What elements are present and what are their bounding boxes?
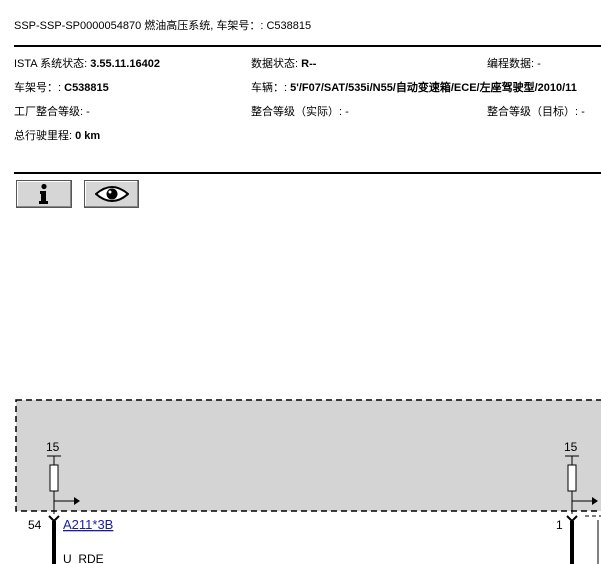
info-button[interactable] (16, 180, 72, 208)
view-button[interactable] (84, 180, 139, 208)
control-unit-box (15, 399, 601, 512)
wire-label: U_RDE (63, 552, 104, 564)
terminal-right-label: 15 (564, 440, 578, 454)
vin: 车架号：: C538815 (14, 82, 109, 94)
programming-data: 编程数据: - (487, 58, 541, 70)
vehicle: 车辆：: 5'/F07/SAT/535i/N55/自动变速箱/ECE/左座驾驶型… (251, 82, 577, 94)
ista-status: ISTA 系统状态: 3.55.11.16402 (14, 58, 160, 70)
page-title: SSP-SSP-SP0000054870 燃油高压系统, 车架号：: C5388… (14, 20, 312, 32)
info-icon (39, 183, 48, 204)
eye-icon (94, 186, 129, 202)
terminal-left-label: 15 (46, 440, 60, 454)
mileage: 总行驶里程: 0 km (14, 130, 101, 142)
connector-link[interactable]: A211*3B (63, 517, 113, 532)
info-divider (14, 172, 601, 174)
integration-level-target: 整合等级（目标）: - (487, 106, 585, 118)
pin-right-label: 1 (556, 518, 563, 532)
factory-integration-level: 工厂整合等级: - (14, 106, 90, 118)
data-state: 数据状态: R-- (251, 58, 317, 70)
header-divider (14, 45, 601, 47)
wiring-diagram: 15 54 A211*3B U_RDE 15 1 (15, 399, 601, 564)
integration-level-actual: 整合等级（实际）: - (251, 106, 349, 118)
pin-left-label: 54 (28, 518, 42, 532)
